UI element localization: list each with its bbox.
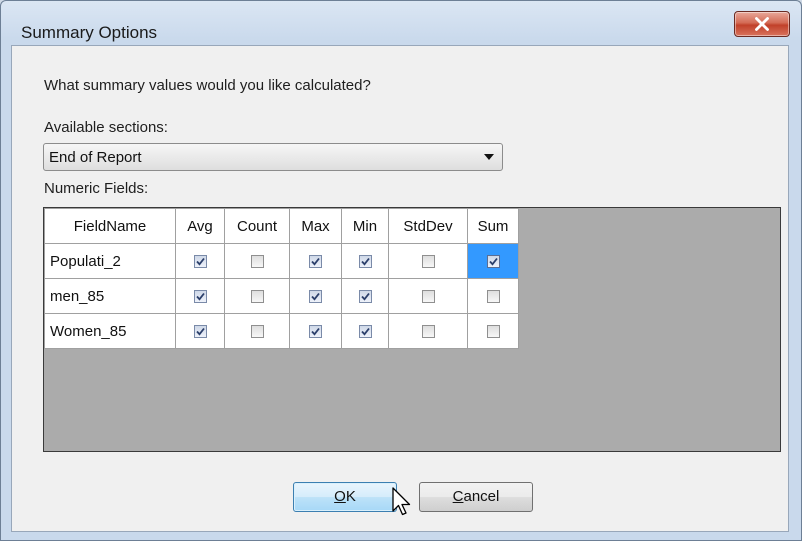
- cell-avg[interactable]: [175, 313, 225, 349]
- table-header-row: FieldName Avg Count Max Min StdDev Sum: [44, 208, 519, 244]
- column-header-fieldname[interactable]: FieldName: [44, 208, 176, 244]
- dialog-title: Summary Options: [21, 23, 158, 42]
- table-row[interactable]: men_85: [44, 278, 519, 314]
- checkbox-count[interactable]: [250, 325, 264, 339]
- checkmark-icon: [195, 292, 205, 301]
- checkbox-sum[interactable]: [486, 255, 500, 269]
- available-sections-dropdown[interactable]: End of Report: [43, 143, 503, 171]
- cell-stddev[interactable]: [388, 243, 468, 279]
- checkbox-stddev[interactable]: [421, 255, 435, 269]
- column-header-max[interactable]: Max: [289, 208, 342, 244]
- cell-avg[interactable]: [175, 278, 225, 314]
- checkbox-max[interactable]: [309, 290, 322, 304]
- cancel-button[interactable]: Cancel: [419, 482, 533, 512]
- cell-avg[interactable]: [175, 243, 225, 279]
- ok-button-label-rest: K: [345, 488, 356, 505]
- cell-min[interactable]: [341, 243, 389, 279]
- cell-count[interactable]: [224, 278, 290, 314]
- mouse-pointer-icon: [392, 487, 411, 516]
- cell-max[interactable]: [289, 313, 342, 349]
- checkmark-icon: [195, 257, 205, 266]
- close-button[interactable]: [734, 11, 790, 37]
- cell-min[interactable]: [341, 278, 389, 314]
- cancel-button-label-rest: ancel: [463, 488, 500, 505]
- checkmark-icon: [360, 292, 370, 301]
- column-header-sum[interactable]: Sum: [467, 208, 519, 244]
- available-sections-label: Available sections:: [44, 119, 168, 136]
- checkbox-avg[interactable]: [193, 290, 207, 304]
- checkbox-max[interactable]: [309, 325, 322, 339]
- cell-max[interactable]: [289, 243, 342, 279]
- checkbox-min[interactable]: [358, 325, 372, 339]
- checkmark-icon: [360, 327, 370, 336]
- column-header-stddev[interactable]: StdDev: [388, 208, 468, 244]
- checkmark-icon: [311, 257, 320, 266]
- prompt-text: What summary values would you like calcu…: [44, 77, 371, 94]
- field-name-cell[interactable]: Populati_2: [44, 243, 176, 279]
- checkmark-icon: [488, 257, 498, 266]
- checkmark-icon: [360, 257, 370, 266]
- close-icon: [755, 17, 769, 31]
- field-name-cell[interactable]: men_85: [44, 278, 176, 314]
- table-row[interactable]: Women_85: [44, 313, 519, 349]
- cancel-button-mnemonic: C: [452, 488, 464, 505]
- column-header-min[interactable]: Min: [341, 208, 389, 244]
- cell-sum[interactable]: [467, 278, 519, 314]
- checkbox-sum[interactable]: [486, 290, 500, 304]
- checkmark-icon: [311, 292, 320, 301]
- cell-stddev[interactable]: [388, 278, 468, 314]
- checkbox-sum[interactable]: [486, 325, 500, 339]
- chevron-down-icon[interactable]: [484, 154, 494, 160]
- checkbox-count[interactable]: [250, 255, 264, 269]
- cell-max[interactable]: [289, 278, 342, 314]
- ok-button[interactable]: OK: [293, 482, 397, 512]
- cell-count[interactable]: [224, 243, 290, 279]
- checkbox-max[interactable]: [309, 255, 322, 269]
- checkbox-avg[interactable]: [193, 255, 207, 269]
- numeric-fields-label: Numeric Fields:: [44, 180, 149, 197]
- ok-button-mnemonic: O: [334, 488, 346, 505]
- cell-count[interactable]: [224, 313, 290, 349]
- checkbox-min[interactable]: [358, 255, 372, 269]
- checkbox-min[interactable]: [358, 290, 372, 304]
- field-name-cell[interactable]: Women_85: [44, 313, 176, 349]
- title-bar[interactable]: Summary Options: [1, 1, 801, 45]
- checkbox-stddev[interactable]: [421, 290, 435, 304]
- numeric-fields-grid[interactable]: FieldName Avg Count Max Min StdDev Sum P…: [43, 207, 781, 452]
- dropdown-selected-value: End of Report: [49, 149, 142, 166]
- cell-min[interactable]: [341, 313, 389, 349]
- fields-table-body: Populati_2 men_85 Women_85: [44, 243, 519, 349]
- cell-sum[interactable]: [467, 313, 519, 349]
- column-header-count[interactable]: Count: [224, 208, 290, 244]
- table-row[interactable]: Populati_2: [44, 243, 519, 279]
- fields-table: FieldName Avg Count Max Min StdDev Sum P…: [44, 208, 519, 349]
- checkmark-icon: [195, 327, 205, 336]
- checkmark-icon: [311, 327, 320, 336]
- checkbox-count[interactable]: [250, 290, 264, 304]
- cell-sum[interactable]: [467, 243, 519, 279]
- column-header-avg[interactable]: Avg: [175, 208, 225, 244]
- cell-stddev[interactable]: [388, 313, 468, 349]
- checkbox-stddev[interactable]: [421, 325, 435, 339]
- checkbox-avg[interactable]: [193, 325, 207, 339]
- summary-options-dialog: Summary Options What summary values woul…: [0, 0, 802, 541]
- dialog-body: What summary values would you like calcu…: [11, 45, 789, 532]
